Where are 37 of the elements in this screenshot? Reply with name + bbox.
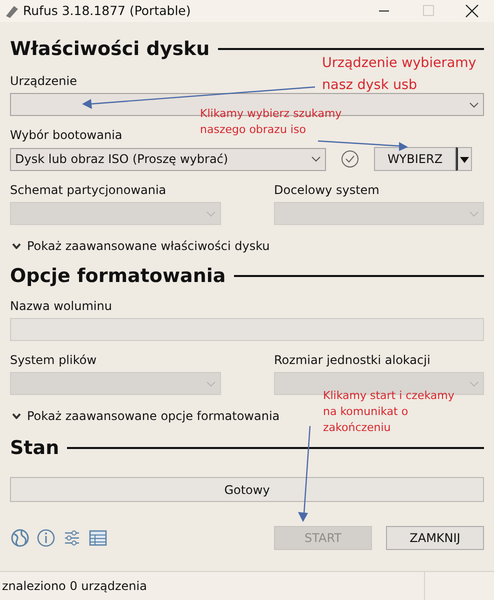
- field-label: Docelowy system: [274, 183, 380, 198]
- chevron-down-icon: [469, 102, 479, 108]
- info-icon[interactable]: [36, 528, 56, 548]
- status-text: znaleziono 0 urządzenia: [1, 578, 147, 595]
- field-label: Urządzenie: [10, 74, 77, 89]
- field-label: Rozmiar jednostki alokacji: [274, 353, 430, 368]
- chevron-down-icon: [206, 210, 216, 216]
- check-icon: [341, 150, 359, 168]
- expander-link[interactable]: Pokaż zaawansowane właściwości dysku: [27, 237, 270, 255]
- progress-text: Gotowy: [224, 482, 270, 498]
- field-label: Nazwa woluminu: [10, 299, 112, 314]
- dropdown-toggle[interactable]: [456, 147, 472, 171]
- expander-link[interactable]: Pokaż zaawansowane opcje formatowania: [27, 407, 280, 425]
- globe-icon[interactable]: [10, 528, 30, 548]
- annotation-text: Urządzenie wybieramy nasz dysk usb: [322, 54, 476, 95]
- section-heading: Właściwości dysku: [10, 38, 210, 60]
- field-label: Schemat partycjonowania: [10, 183, 166, 198]
- chevron-down-icon: [311, 156, 321, 162]
- chevron-down-icon: [469, 380, 479, 386]
- section-heading: Opcje formatowania: [10, 265, 226, 287]
- chevron-down-icon: [469, 210, 479, 216]
- annotation-text: Klikamy wybierz szukamy naszego obrazu iso: [200, 106, 342, 138]
- chevron-down-icon: [206, 380, 216, 386]
- close-button[interactable]: [463, 3, 481, 19]
- annotation-text: Klikamy start i czekamy na komunikat o zakończeniu: [323, 388, 454, 436]
- dropdown[interactable]: Dysk lub obraz ISO (Proszę wybrać): [10, 148, 326, 170]
- log-icon[interactable]: [88, 528, 108, 548]
- settings-icon[interactable]: [62, 528, 82, 548]
- dropdown-value: Dysk lub obraz ISO (Proszę wybrać): [15, 151, 228, 168]
- field-label: Wybór bootowania: [10, 128, 122, 143]
- button: START: [274, 526, 372, 550]
- caret-icon: [460, 156, 469, 163]
- select-button[interactable]: WYBIERZ: [374, 147, 456, 171]
- window-title: Rufus 3.18.1877 (Portable): [23, 2, 191, 20]
- button[interactable]: ZAMKNIJ: [386, 526, 484, 550]
- section-heading: Stan: [10, 437, 60, 459]
- field-label: System plików: [10, 353, 97, 368]
